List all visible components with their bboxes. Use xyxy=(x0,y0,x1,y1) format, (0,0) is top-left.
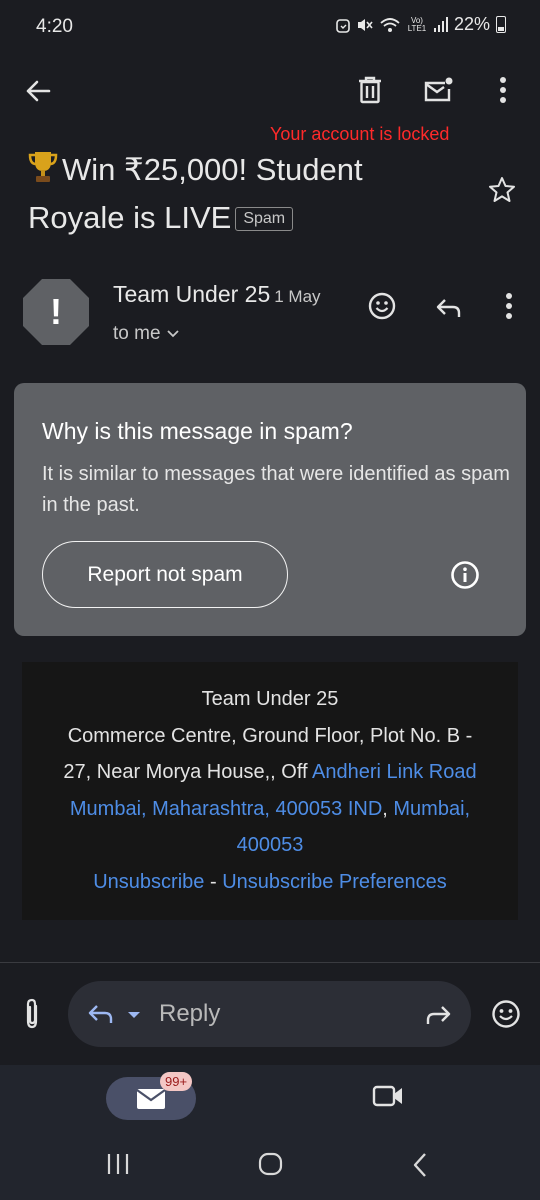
reply-button[interactable] xyxy=(427,286,471,330)
recent-apps-button[interactable] xyxy=(106,1153,130,1175)
mail-icon xyxy=(136,1089,166,1109)
email-date: 1 May xyxy=(274,287,321,306)
mark-unread-icon xyxy=(424,77,453,102)
reply-icon xyxy=(88,1005,140,1023)
emoji-icon xyxy=(492,1000,520,1028)
spam-label-chip[interactable]: Spam xyxy=(235,207,294,231)
battery-icon xyxy=(496,16,506,33)
address-link[interactable]: Andheri Link Road xyxy=(312,761,477,783)
unsubscribe-preferences-link[interactable]: Unsubscribe Preferences xyxy=(222,871,447,893)
star-button[interactable] xyxy=(488,176,516,203)
status-time: 4:20 xyxy=(36,16,73,37)
signal-icon xyxy=(433,16,448,32)
delete-button[interactable] xyxy=(348,68,392,112)
footer-address-line: Commerce Centre, Ground Floor, Plot No. … xyxy=(67,724,473,747)
footer-company: Team Under 25 xyxy=(201,688,339,710)
subject-line-1: Win ₹25,000! Student xyxy=(62,152,363,187)
address-link[interactable]: 400053 xyxy=(237,834,304,856)
warning-icon: ! xyxy=(50,291,62,332)
reply-type-selector[interactable] xyxy=(88,1002,148,1026)
message-more-button[interactable] xyxy=(487,284,531,328)
reply-placeholder: Reply xyxy=(159,1000,221,1027)
bottom-navigation: 99+ xyxy=(0,1065,540,1200)
back-arrow-icon xyxy=(26,80,51,102)
footer-address-line: 27, Near Morya House,, Off Andheri Link … xyxy=(22,754,518,791)
emoji-react-button[interactable] xyxy=(360,284,404,328)
alarm-icon xyxy=(336,18,350,33)
sender-name: Team Under 25 xyxy=(113,281,271,307)
home-icon xyxy=(258,1152,283,1176)
recipient-details-toggle[interactable]: to me xyxy=(113,323,179,345)
spam-card-title: Why is this message in spam? xyxy=(42,418,353,444)
spam-explanation-card: Why is this message in spam? It is simil… xyxy=(14,383,526,636)
footer-separator: - xyxy=(204,870,223,893)
home-button[interactable] xyxy=(258,1152,284,1176)
system-back-button[interactable] xyxy=(412,1152,428,1178)
network-label: Vo) LTE1 xyxy=(407,15,427,33)
chevron-down-icon xyxy=(166,330,179,338)
subject-line-2: Royale is LIVE xyxy=(28,200,232,235)
back-button[interactable] xyxy=(16,69,60,113)
system-back-icon xyxy=(413,1153,426,1177)
sender-row[interactable]: Team Under 25 1 May xyxy=(113,281,321,308)
footer-address-line: 400053 xyxy=(22,827,518,864)
email-footer: Team Under 25 Commerce Centre, Ground Fl… xyxy=(22,662,518,920)
sender-avatar-warning[interactable]: ! xyxy=(22,278,90,346)
reply-compose-bar[interactable]: Reply xyxy=(68,981,471,1047)
nav-meet-tab[interactable] xyxy=(372,1083,404,1109)
more-options-button[interactable] xyxy=(481,68,525,112)
divider xyxy=(0,962,540,963)
recipient-label: to me xyxy=(113,323,161,344)
more-vert-icon xyxy=(500,77,506,103)
account-locked-notice: Your account is locked xyxy=(270,124,450,144)
trophy-icon xyxy=(28,150,58,184)
email-subject: Win ₹25,000! Student Royale is LIVE Spam xyxy=(28,146,468,242)
unsubscribe-link[interactable]: Unsubscribe xyxy=(93,871,204,893)
attach-button[interactable] xyxy=(10,992,54,1036)
forward-icon xyxy=(426,1006,451,1024)
trash-icon xyxy=(359,76,381,104)
mark-unread-button[interactable] xyxy=(416,68,460,112)
star-icon xyxy=(489,177,515,202)
footer-address-line: Mumbai, Maharashtra, 400053 IND, Mumbai, xyxy=(22,791,518,828)
footer-address-text: 27, Near Morya House,, Off xyxy=(63,761,313,783)
unread-count-badge: 99+ xyxy=(160,1072,193,1091)
mute-icon xyxy=(357,18,373,31)
video-camera-icon xyxy=(372,1085,402,1107)
footer-unsubscribe-line: Unsubscribe - Unsubscribe Preferences xyxy=(22,864,518,901)
recent-apps-icon xyxy=(107,1154,129,1174)
forward-button[interactable] xyxy=(424,1003,452,1025)
emoji-reply-button[interactable] xyxy=(484,992,528,1036)
battery-percent: 22% xyxy=(453,14,490,34)
paperclip-icon xyxy=(26,998,38,1029)
info-button[interactable] xyxy=(450,560,480,590)
wifi-icon xyxy=(380,17,400,32)
address-link[interactable]: Mumbai, Maharashtra, 400053 IND xyxy=(70,798,382,820)
report-not-spam-button[interactable]: Report not spam xyxy=(42,541,288,608)
address-link[interactable]: Mumbai, xyxy=(393,798,470,820)
info-icon xyxy=(451,561,479,589)
emoji-icon xyxy=(368,292,396,320)
more-vert-icon xyxy=(506,293,512,319)
reply-icon xyxy=(436,299,461,317)
footer-comma: , xyxy=(382,797,394,820)
spam-card-description: It is similar to messages that were iden… xyxy=(42,463,510,516)
status-icons: Vo) LTE1 22% xyxy=(336,14,506,35)
